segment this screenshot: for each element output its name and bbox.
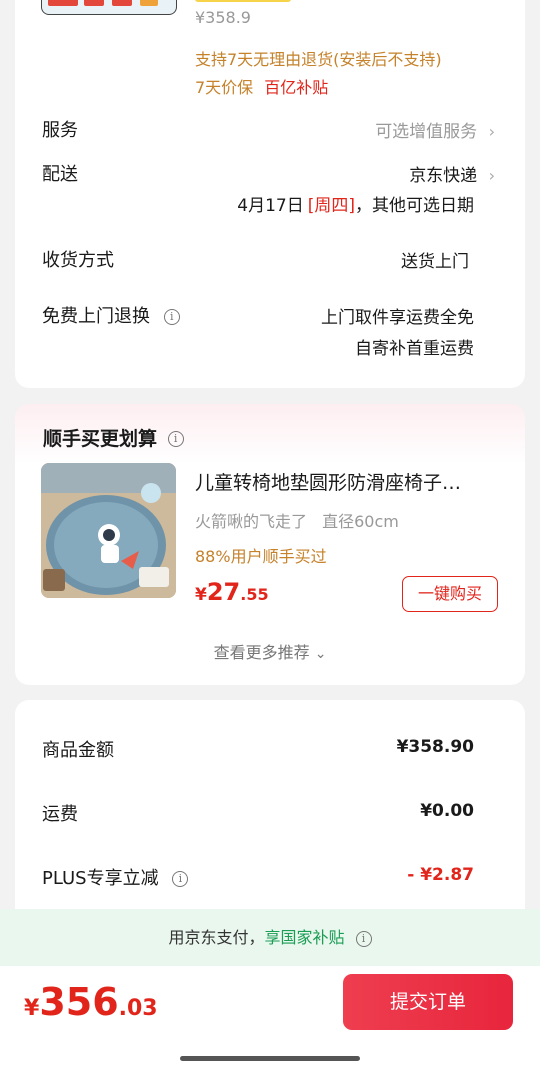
price-decimal: .55 xyxy=(240,585,269,604)
banner-text: 用京东支付， xyxy=(168,928,265,947)
recommend-product-image[interactable] xyxy=(41,463,176,598)
info-icon[interactable]: i xyxy=(163,309,180,325)
rug-illustration xyxy=(41,463,176,598)
price-protect-row: 7天价保 百亿补贴 xyxy=(195,74,328,98)
value-added-service-link[interactable]: 可选增值服务 › xyxy=(375,117,495,142)
recommend-product-specs: 火箭啾的飞走了 直径60cm xyxy=(195,508,399,532)
receive-method-label: 收货方式 xyxy=(42,250,114,271)
chevron-down-icon: ⌄ xyxy=(314,646,327,662)
delivery-weekday: [周四] xyxy=(307,196,355,216)
total-symbol: ¥ xyxy=(24,996,40,1021)
delivery-carrier: 京东快递 xyxy=(409,166,478,186)
subsidy-text: 百亿补贴 xyxy=(264,78,329,97)
total-integer: 356 xyxy=(39,980,119,1024)
free-return-line1: 上门取件享运费全免 xyxy=(321,308,474,328)
thumbnail-tag-icon xyxy=(84,0,104,6)
price-summary-card: 商品金额 ¥358.90 运费 ¥0.00 PLUS专享立减 i - ¥2.87 xyxy=(15,700,525,930)
info-icon[interactable]: i xyxy=(172,871,189,887)
price-protect-text: 7天价保 xyxy=(195,78,254,97)
free-return-label: 免费上门退换 xyxy=(42,306,150,327)
recommend-header: 顺手买更划算 i xyxy=(43,424,184,451)
chevron-right-icon: › xyxy=(488,166,495,185)
product-price: ¥358.9 xyxy=(195,8,251,27)
price-symbol: ¥ xyxy=(195,585,207,605)
info-icon[interactable]: i xyxy=(167,431,184,447)
goods-amount-value: ¥358.90 xyxy=(396,737,474,757)
recommend-product-name[interactable]: 儿童转椅地垫圆形防滑座椅子… xyxy=(195,468,461,495)
recommend-title: 顺手买更划算 xyxy=(43,428,158,450)
info-icon[interactable]: i xyxy=(355,931,372,947)
delivery-carrier-link[interactable]: 京东快递 › xyxy=(409,161,495,186)
free-return-line2: 自寄补首重运费 xyxy=(355,339,474,359)
chevron-right-icon: › xyxy=(488,122,495,141)
one-click-buy-button[interactable]: 一键购买 xyxy=(402,576,498,612)
more-recommend-text: 查看更多推荐 xyxy=(213,643,310,662)
checkout-bar: ¥356.03 提交订单 xyxy=(0,966,540,1072)
home-indicator xyxy=(180,1056,360,1061)
plus-discount-value: - ¥2.87 xyxy=(407,865,474,885)
thumbnail-tag-icon xyxy=(48,0,78,6)
receive-method-value[interactable]: 送货上门 xyxy=(401,247,469,272)
service-value: 可选增值服务 xyxy=(375,122,478,142)
banner-highlight: 享国家补贴 xyxy=(264,928,345,947)
product-badge xyxy=(195,0,291,2)
free-return-row: 免费上门退换 i xyxy=(42,302,180,328)
order-info-card: ¥358.9 支持7天无理由退货(安装后不支持) 7天价保 百亿补贴 服务 可选… xyxy=(15,0,525,388)
recommend-card: 顺手买更划算 i 儿童转椅地垫圆形防滑座椅子… 火箭啾的飞走了 直径60cm 8… xyxy=(15,404,525,685)
thumbnail-tag-icon xyxy=(140,0,158,6)
shipping-value: ¥0.00 xyxy=(420,801,474,821)
delivery-date: 4月17日 xyxy=(237,196,304,216)
plus-discount-row: PLUS专享立减 i xyxy=(42,864,189,890)
more-recommend-link[interactable]: 查看更多推荐 ⌄ xyxy=(15,639,525,663)
delivery-date-note: ，其他可选日期 xyxy=(355,196,474,216)
jd-pay-banner[interactable]: 用京东支付，享国家补贴 i xyxy=(0,909,540,966)
service-label: 服务 xyxy=(42,120,78,141)
product-thumbnail[interactable] xyxy=(41,0,177,15)
delivery-label: 配送 xyxy=(42,164,78,185)
submit-order-button[interactable]: 提交订单 xyxy=(343,974,513,1030)
recommend-price: ¥27.55 xyxy=(195,578,269,606)
delivery-date-link[interactable]: 4月17日 [周四]，其他可选日期 xyxy=(237,191,474,216)
bought-rate: 88%用户顺手买过 xyxy=(195,547,327,566)
total-decimal: .03 xyxy=(118,996,158,1021)
thumbnail-tag-icon xyxy=(112,0,132,6)
plus-discount-label: PLUS专享立减 xyxy=(42,868,159,889)
shipping-label: 运费 xyxy=(42,804,78,825)
goods-amount-label: 商品金额 xyxy=(42,740,114,761)
spec-size: 直径60cm xyxy=(322,512,399,531)
return-policy: 支持7天无理由退货(安装后不支持) xyxy=(195,50,442,69)
spec-style: 火箭啾的飞走了 xyxy=(195,512,308,531)
price-integer: 27 xyxy=(206,578,241,606)
total-price: ¥356.03 xyxy=(24,980,158,1024)
